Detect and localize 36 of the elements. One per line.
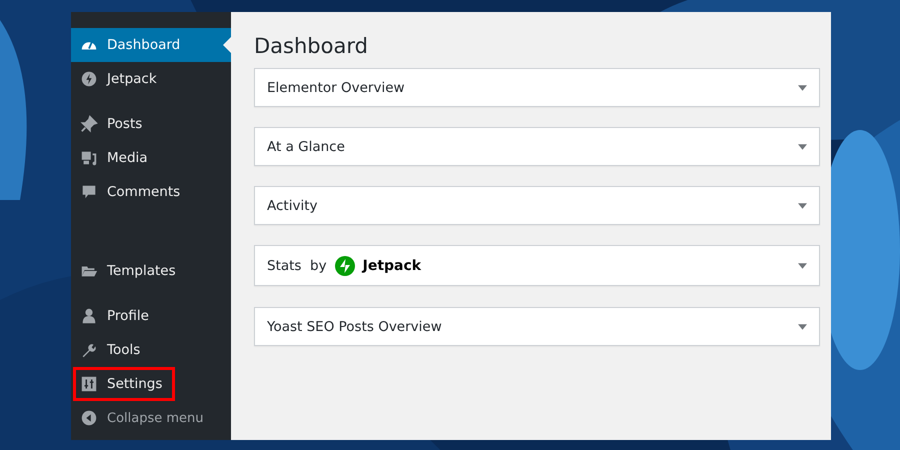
caret-icon[interactable] [798,202,807,208]
caret-icon[interactable] [798,324,807,330]
person-icon [80,307,98,325]
panel-title: Activity [267,198,318,214]
collapse-menu-button[interactable]: Collapse menu [71,401,231,435]
menu-item[interactable]: Media [71,141,231,175]
dashboard-panel[interactable]: Stats by Jetpack [254,245,820,286]
caret-icon[interactable] [798,144,807,150]
panel-title: Stats by [267,258,327,274]
menu-item[interactable]: Dashboard [71,28,231,62]
panel-title: At a Glance [267,138,345,154]
menu-item[interactable]: Profile [71,299,231,333]
page-title: Dashboard [254,34,369,58]
menu-item[interactable]: Jetpack [71,62,231,96]
sliders-icon [80,375,98,393]
collapse-icon [80,409,98,427]
bolt-icon [334,256,355,276]
brand-name: Jetpack [362,258,422,274]
wrench-icon [80,341,98,359]
dashboard-panel[interactable]: At a Glance [254,127,820,166]
speech-bubble-icon [80,183,98,201]
panel-title: Elementor Overview [267,80,405,96]
menu-item[interactable]: Settings [73,367,175,401]
menu-item[interactable]: Templates [71,254,231,288]
media-icon [80,149,98,167]
caret-icon[interactable] [798,84,807,90]
dashboard-panel[interactable]: Yoast SEO Posts Overview [254,307,820,346]
menu-item[interactable]: Posts [71,107,231,141]
menu-item[interactable]: Comments [71,175,231,209]
dashboard-panel[interactable]: Elementor Overview [254,68,820,107]
caret-icon[interactable] [798,262,807,268]
menu-item[interactable]: Tools [71,333,231,367]
panel-title: Yoast SEO Posts Overview [267,318,442,334]
bolt-icon [80,70,98,88]
dashboard-panel[interactable]: Activity [254,186,820,225]
pin-icon [80,115,98,133]
